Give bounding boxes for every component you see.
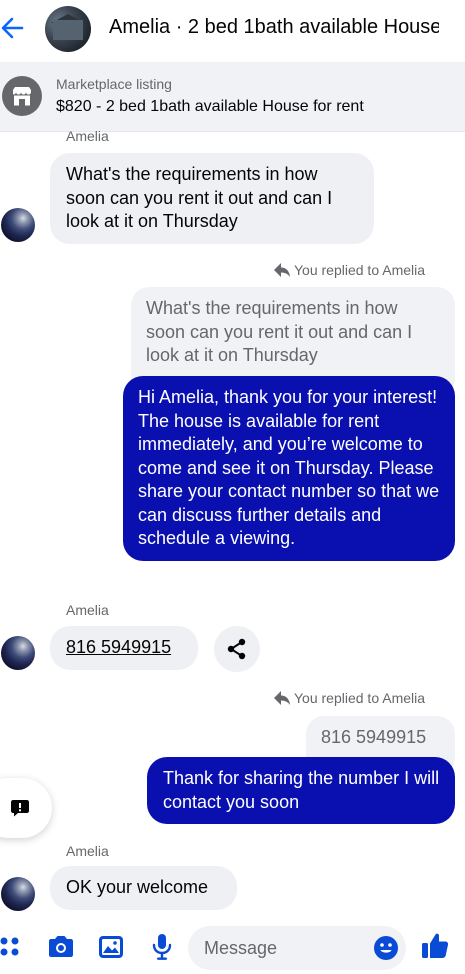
avatar[interactable] [1, 877, 35, 911]
outgoing-message[interactable]: Hi Amelia, thank you for your interest! … [123, 376, 455, 561]
incoming-message[interactable]: 816 5949915 [50, 626, 198, 670]
message-composer [0, 918, 465, 974]
sender-name: Amelia [66, 843, 109, 859]
share-button[interactable] [214, 626, 260, 672]
phone-number-link[interactable]: 816 5949915 [66, 637, 171, 657]
reply-indicator-text: You replied to Amelia [294, 262, 426, 278]
avatar[interactable] [1, 636, 35, 670]
avatar[interactable] [1, 208, 35, 242]
apps-grid-icon[interactable] [0, 936, 22, 958]
incoming-message[interactable]: OK your welcome [50, 866, 237, 910]
outgoing-message[interactable]: Thank for sharing the number I will cont… [147, 757, 455, 824]
conversation-title[interactable]: Amelia · 2 bed 1bath available House for… [109, 16, 439, 39]
report-button[interactable] [0, 778, 52, 838]
reply-arrow-icon [274, 691, 290, 705]
thumbs-up-icon[interactable] [420, 931, 450, 961]
sender-name: Amelia [66, 128, 109, 144]
reply-indicator: You replied to Amelia [273, 690, 425, 706]
share-icon [227, 638, 246, 660]
back-arrow-icon[interactable] [0, 12, 28, 44]
gallery-icon[interactable] [97, 934, 125, 960]
conversation-header: Amelia · 2 bed 1bath available House for… [0, 0, 465, 60]
emoji-icon[interactable] [373, 935, 399, 961]
incoming-message[interactable]: What's the requirements in how soon can … [50, 153, 374, 244]
sender-name: Amelia [66, 602, 109, 618]
microphone-icon[interactable] [150, 932, 174, 962]
marketplace-listing-banner[interactable]: Marketplace listing $820 - 2 bed 1bath a… [0, 62, 465, 132]
reply-indicator-text: You replied to Amelia [294, 690, 426, 706]
report-icon [11, 800, 29, 817]
camera-icon[interactable] [46, 934, 76, 960]
banner-label: Marketplace listing [56, 76, 172, 92]
store-icon [2, 76, 42, 116]
listing-title: $820 - 2 bed 1bath available House for r… [56, 98, 364, 115]
listing-avatar[interactable] [45, 6, 91, 52]
reply-indicator: You replied to Amelia [273, 262, 425, 278]
reply-arrow-icon [274, 263, 290, 277]
